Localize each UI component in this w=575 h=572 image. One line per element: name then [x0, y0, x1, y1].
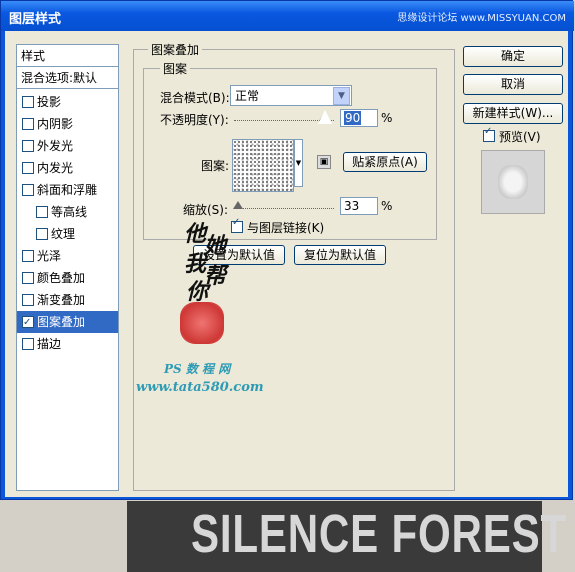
chevron-down-icon[interactable]: ▼ — [333, 87, 350, 105]
style-list: 样式 混合选项:默认 投影 内阴影 外发光 内发光 斜面和浮雕 等高线 纹理 光… — [16, 44, 119, 491]
link-with-layer-checkbox[interactable] — [231, 217, 243, 233]
gradient-overlay-checkbox[interactable] — [22, 294, 34, 306]
new-preset-icon[interactable]: ▣ — [317, 155, 331, 169]
sidebar-item-label: 内发光 — [37, 161, 74, 175]
sidebar-item-label: 纹理 — [51, 227, 76, 241]
inner-glow-checkbox[interactable] — [22, 162, 34, 174]
preview-toggle[interactable]: 预览(V) — [483, 126, 563, 144]
sidebar-item-stroke[interactable]: 描边 — [17, 333, 118, 355]
sidebar-item-label: 内阴影 — [37, 117, 74, 131]
link-with-layer-label: 与图层链接(K) — [247, 221, 325, 235]
sidebar-item-texture[interactable]: 纹理 — [17, 223, 118, 245]
mouse-cursor-icon — [318, 110, 332, 124]
ps-tutorial-watermark: PS 数 程 网 — [164, 362, 231, 376]
sidebar-item-label: 等高线 — [51, 205, 88, 219]
sidebar-item-label: 颜色叠加 — [37, 271, 86, 285]
pattern-swatch[interactable] — [232, 139, 294, 192]
calligraphy-char: 他 — [184, 221, 207, 247]
snap-to-origin-button[interactable]: 贴紧原点(A) — [343, 152, 427, 172]
dialog-title: 图层样式 — [9, 12, 62, 27]
opacity-input[interactable]: 90 — [340, 109, 378, 127]
sidebar-item-label: 斜面和浮雕 — [37, 183, 98, 197]
document-canvas: SILENCE FOREST — [127, 501, 566, 572]
title-bar[interactable]: 图层样式 思缘设计论坛 www.MISSYUAN.COM — [1, 1, 574, 31]
sidebar-item-inner-glow[interactable]: 内发光 — [17, 157, 118, 179]
outer-glow-checkbox[interactable] — [22, 140, 34, 152]
cancel-button[interactable]: 取消 — [463, 74, 563, 95]
opacity-label: 不透明度(Y): — [160, 113, 229, 127]
pattern-label: 图案: — [201, 159, 230, 173]
styles-header[interactable]: 样式 — [17, 45, 118, 67]
sidebar-item-label: 图案叠加 — [37, 315, 86, 329]
group-title: 图案叠加 — [148, 41, 203, 58]
sidebar-item-label: 描边 — [37, 337, 62, 351]
forum-watermark: 思缘设计论坛 www.MISSYUAN.COM — [397, 13, 566, 24]
sidebar-item-drop-shadow[interactable]: 投影 — [17, 91, 118, 113]
opacity-unit: % — [381, 111, 393, 125]
sidebar-item-gradient-overlay[interactable]: 渐变叠加 — [17, 289, 118, 311]
preview-shape — [498, 165, 528, 199]
canvas-text: SILENCE FOREST — [191, 504, 567, 564]
url-watermark: www.tata580.com — [136, 380, 264, 395]
reset-default-button[interactable]: 复位为默认值 — [294, 245, 386, 265]
layer-style-dialog: 图层样式 思缘设计论坛 www.MISSYUAN.COM 样式 混合选项:默认 … — [0, 0, 574, 500]
texture-checkbox[interactable] — [36, 228, 48, 240]
preview-label: 预览(V) — [499, 130, 541, 144]
sidebar-item-contour[interactable]: 等高线 — [17, 201, 118, 223]
inner-shadow-checkbox[interactable] — [22, 118, 34, 130]
scale-value: 33 — [344, 199, 360, 213]
sidebar-item-outer-glow[interactable]: 外发光 — [17, 135, 118, 157]
subgroup-title: 图案 — [160, 60, 191, 77]
dialog-body: 样式 混合选项:默认 投影 内阴影 外发光 内发光 斜面和浮雕 等高线 纹理 光… — [5, 31, 568, 497]
sidebar-item-label: 渐变叠加 — [37, 293, 86, 307]
sidebar-item-label: 外发光 — [37, 139, 74, 153]
pattern-dropdown-icon[interactable]: ▼ — [294, 139, 303, 187]
drop-shadow-checkbox[interactable] — [22, 96, 34, 108]
scale-unit: % — [381, 199, 393, 213]
bevel-emboss-checkbox[interactable] — [22, 184, 34, 196]
sidebar-item-color-overlay[interactable]: 颜色叠加 — [17, 267, 118, 289]
blend-mode-value: 正常 — [235, 89, 260, 103]
blend-mode-select[interactable]: 正常 ▼ — [230, 85, 352, 106]
contour-checkbox[interactable] — [36, 206, 48, 218]
new-style-button[interactable]: 新建样式(W)... — [463, 103, 563, 124]
scale-slider-thumb[interactable] — [233, 201, 243, 209]
sidebar-item-pattern-overlay[interactable]: 图案叠加 — [17, 311, 118, 334]
opacity-value: 90 — [344, 111, 362, 125]
sidebar-item-label: 投影 — [37, 95, 62, 109]
ok-button[interactable]: 确定 — [463, 46, 563, 67]
sidebar-item-label: 光泽 — [37, 249, 62, 263]
sidebar-item-bevel-emboss[interactable]: 斜面和浮雕 — [17, 179, 118, 201]
stroke-checkbox[interactable] — [22, 338, 34, 350]
sidebar-item-satin[interactable]: 光泽 — [17, 245, 118, 267]
style-preview-thumbnail — [481, 150, 545, 214]
preview-checkbox[interactable] — [483, 126, 495, 142]
color-overlay-checkbox[interactable] — [22, 272, 34, 284]
link-with-layer[interactable]: 与图层链接(K) — [231, 217, 351, 235]
blend-options-item[interactable]: 混合选项:默认 — [17, 67, 118, 89]
calligraphy-char: 她 — [204, 233, 227, 259]
pattern-overlay-checkbox[interactable] — [22, 312, 34, 334]
sidebar-item-inner-shadow[interactable]: 内阴影 — [17, 113, 118, 135]
blend-mode-label: 混合模式(B): — [160, 91, 230, 105]
scale-input[interactable]: 33 — [340, 197, 378, 215]
satin-checkbox[interactable] — [22, 250, 34, 262]
red-seal-stamp — [180, 302, 224, 344]
scale-slider[interactable] — [234, 208, 334, 210]
